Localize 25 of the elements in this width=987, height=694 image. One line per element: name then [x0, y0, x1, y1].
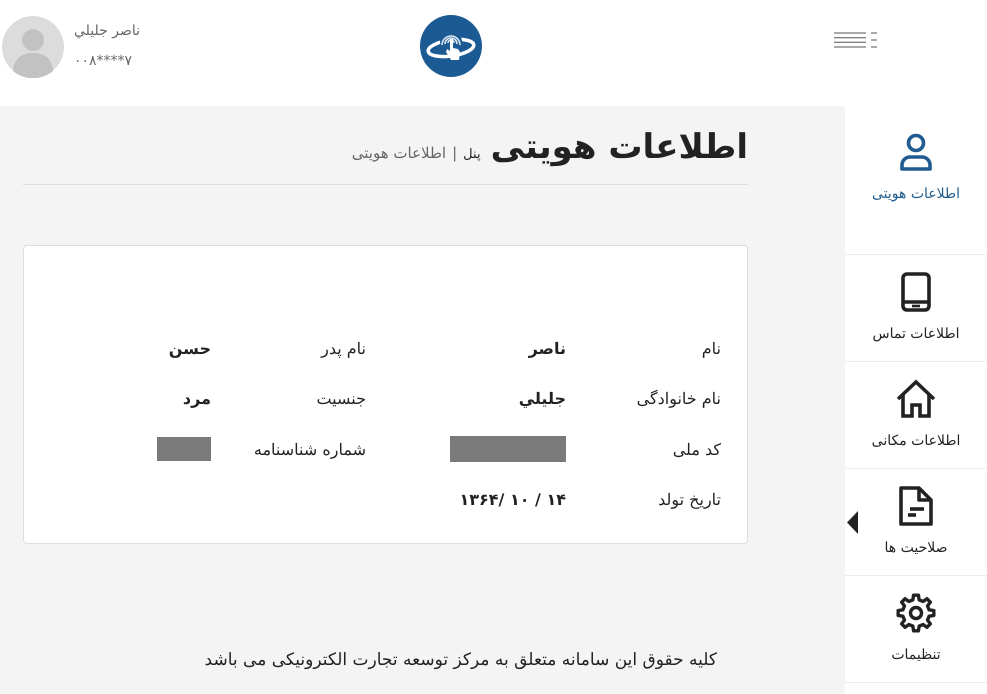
field-label: نام خانوادگی	[636, 389, 721, 408]
field-label: تاریخ تولد	[658, 490, 721, 510]
avatar-icon	[2, 16, 64, 78]
user-name: ناصر جليلي	[74, 22, 140, 41]
field-label: جنسیت	[316, 389, 366, 408]
field-label: شماره شناسنامه	[254, 440, 366, 459]
field-value: ناصر	[528, 338, 566, 358]
user-phone: ۰۰۸****۷	[74, 52, 132, 71]
copyright-text: کلیه حقوق این سامانه متعلق به مرکز توسعه تجارت الکترونیکی می باشد	[204, 649, 717, 672]
document-icon	[896, 486, 936, 526]
field-label: کد ملی	[672, 440, 721, 459]
menu-icon[interactable]	[834, 32, 878, 48]
fingerprint-logo-icon	[420, 15, 482, 77]
breadcrumb-current: اطلاعات هویتی	[352, 144, 446, 162]
field-value: حسن	[168, 338, 211, 358]
page-title: اطلاعات هویتی	[490, 126, 748, 169]
field-value: مرد	[182, 389, 211, 408]
house-icon	[896, 379, 936, 419]
breadcrumb-separator: |	[452, 144, 458, 162]
field-value: جليلي	[518, 389, 566, 408]
settings-icon	[896, 593, 936, 633]
field-value: ۱۴ / ۱۰ /۱۳۶۴	[459, 490, 566, 510]
field-label: نام پدر	[321, 338, 366, 358]
field-label: نام	[702, 338, 721, 358]
breadcrumb-link[interactable]: پنل	[463, 147, 481, 162]
